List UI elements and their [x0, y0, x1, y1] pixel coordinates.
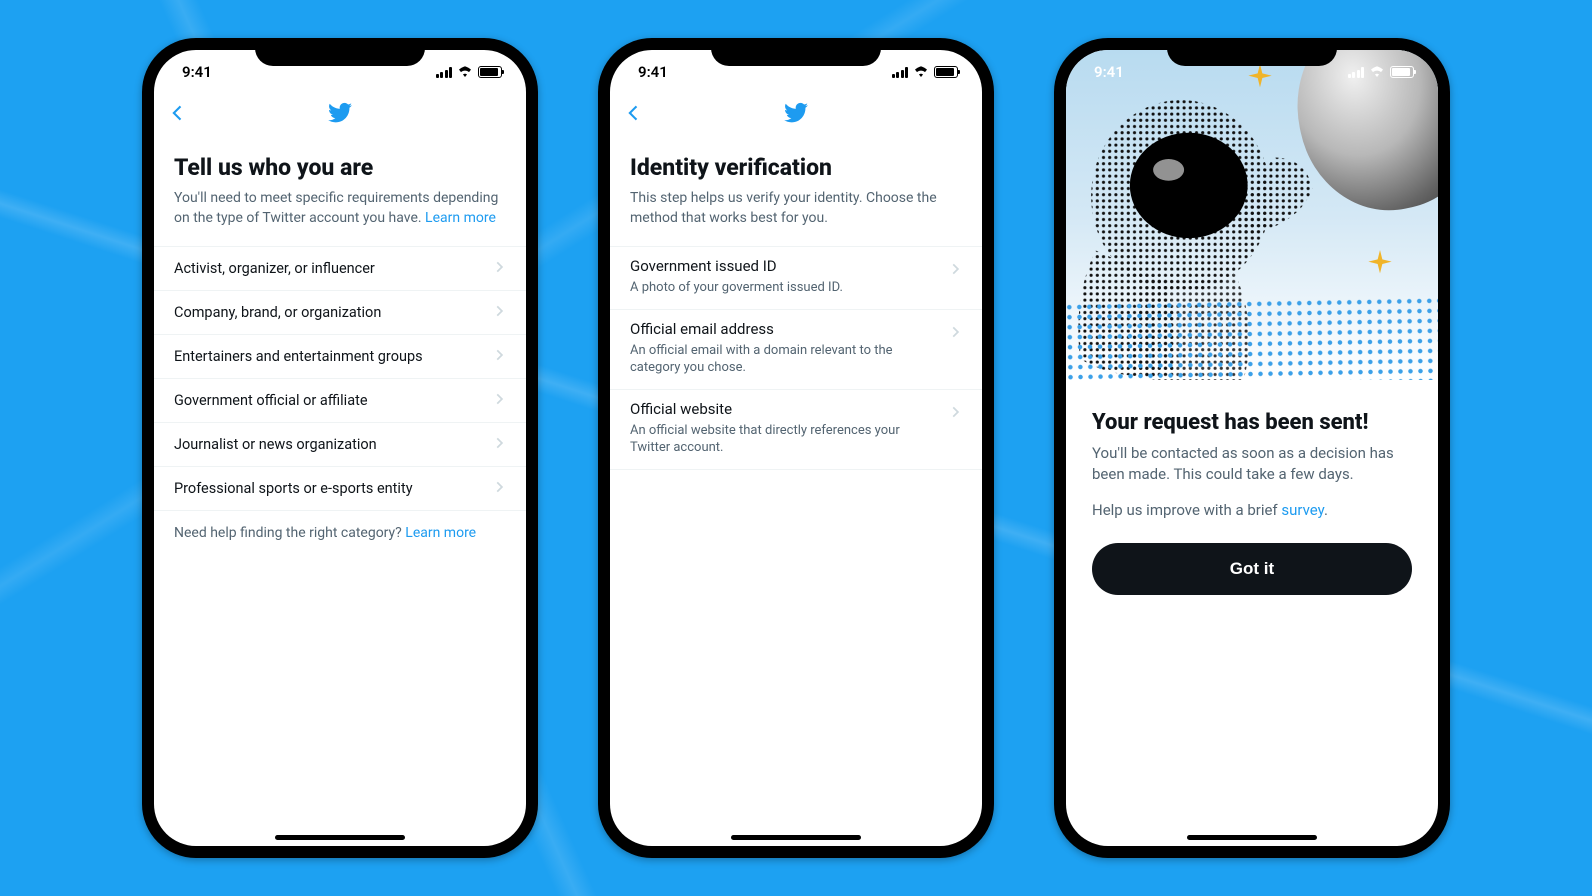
status-indicators	[892, 63, 959, 81]
back-button[interactable]	[168, 103, 188, 127]
page-title: Your request has been sent!	[1092, 410, 1412, 435]
hero-illustration: 9:41	[1066, 50, 1438, 380]
status-indicators	[436, 63, 503, 81]
category-item-activist[interactable]: Activist, organizer, or influencer	[154, 246, 526, 291]
home-indicator[interactable]	[1187, 835, 1317, 840]
category-item-company[interactable]: Company, brand, or organization	[154, 291, 526, 335]
help-row: Need help finding the right category? Le…	[174, 511, 506, 555]
category-label: Government official or affiliate	[174, 392, 368, 409]
notch	[1167, 38, 1337, 66]
category-label: Activist, organizer, or influencer	[174, 260, 375, 277]
category-label: Journalist or news organization	[174, 436, 377, 453]
page-subtitle: You'll be contacted as soon as a decisio…	[1092, 443, 1412, 485]
method-title: Government issued ID	[630, 257, 962, 275]
chevron-right-icon	[492, 259, 506, 278]
battery-icon	[1390, 66, 1414, 78]
page-subtitle: You'll need to meet specific requirement…	[174, 189, 506, 228]
status-time: 9:41	[182, 63, 212, 81]
nav-header	[154, 94, 526, 136]
page-subtitle: This step helps us verify your identity.…	[630, 189, 962, 228]
screen-3: 9:41	[1066, 50, 1438, 846]
wifi-icon	[913, 63, 929, 81]
method-desc: A photo of your goverment issued ID.	[630, 279, 962, 297]
cellular-signal-icon	[436, 67, 453, 78]
phone-frame-2: 9:41 Identity verification This step hel…	[598, 38, 994, 858]
home-indicator[interactable]	[275, 835, 405, 840]
wifi-icon	[1369, 63, 1385, 81]
chevron-right-icon	[492, 391, 506, 410]
page-title: Identity verification	[630, 154, 962, 181]
learn-more-link[interactable]: Learn more	[425, 210, 496, 226]
method-title: Official website	[630, 400, 962, 418]
notch	[711, 38, 881, 66]
screen-1: 9:41 Tell us who you are You'll need to …	[154, 50, 526, 846]
content-area: Tell us who you are You'll need to meet …	[154, 136, 526, 846]
notch	[255, 38, 425, 66]
back-button[interactable]	[624, 103, 644, 127]
method-desc: An official website that directly refere…	[630, 422, 962, 457]
category-item-sports[interactable]: Professional sports or e-sports entity	[154, 467, 526, 511]
method-title: Official email address	[630, 320, 962, 338]
method-official-email[interactable]: Official email address An official email…	[610, 310, 982, 390]
battery-icon	[934, 66, 958, 78]
content-area: Identity verification This step helps us…	[610, 136, 982, 846]
screen-2: 9:41 Identity verification This step hel…	[610, 50, 982, 846]
phone-frame-1: 9:41 Tell us who you are You'll need to …	[142, 38, 538, 858]
survey-prompt: Help us improve with a brief survey.	[1092, 501, 1412, 519]
method-government-id[interactable]: Government issued ID A photo of your gov…	[610, 246, 982, 310]
category-list: Activist, organizer, or influencer Compa…	[154, 246, 526, 511]
survey-link[interactable]: survey	[1281, 501, 1324, 519]
twitter-logo-icon	[783, 100, 809, 130]
status-time: 9:41	[638, 63, 668, 81]
cellular-signal-icon	[1348, 67, 1365, 78]
category-item-government[interactable]: Government official or affiliate	[154, 379, 526, 423]
chevron-right-icon	[492, 303, 506, 322]
chevron-right-icon	[492, 479, 506, 498]
page-title: Tell us who you are	[174, 154, 506, 181]
method-official-website[interactable]: Official website An official website tha…	[610, 390, 982, 470]
category-label: Professional sports or e-sports entity	[174, 480, 413, 497]
cellular-signal-icon	[892, 67, 909, 78]
chevron-right-icon	[492, 435, 506, 454]
chevron-right-icon	[948, 404, 962, 423]
chevron-right-icon	[492, 347, 506, 366]
content-area: Your request has been sent! You'll be co…	[1066, 380, 1438, 595]
status-time: 9:41	[1094, 63, 1124, 81]
twitter-logo-icon	[327, 100, 353, 130]
chevron-right-icon	[948, 261, 962, 280]
nav-header	[610, 94, 982, 136]
sparkle-icon	[1366, 250, 1394, 282]
got-it-button[interactable]: Got it	[1092, 543, 1412, 595]
wifi-icon	[457, 63, 473, 81]
home-indicator[interactable]	[731, 835, 861, 840]
verification-method-list: Government issued ID A photo of your gov…	[610, 246, 982, 470]
method-desc: An official email with a domain relevant…	[630, 342, 962, 377]
battery-icon	[478, 66, 502, 78]
halftone-border	[1066, 296, 1438, 380]
category-item-journalist[interactable]: Journalist or news organization	[154, 423, 526, 467]
chevron-right-icon	[948, 324, 962, 343]
category-label: Entertainers and entertainment groups	[174, 348, 423, 365]
category-label: Company, brand, or organization	[174, 304, 381, 321]
status-indicators	[1348, 63, 1415, 81]
phone-frame-3: 9:41	[1054, 38, 1450, 858]
help-learn-more-link[interactable]: Learn more	[405, 525, 476, 541]
category-item-entertainers[interactable]: Entertainers and entertainment groups	[154, 335, 526, 379]
